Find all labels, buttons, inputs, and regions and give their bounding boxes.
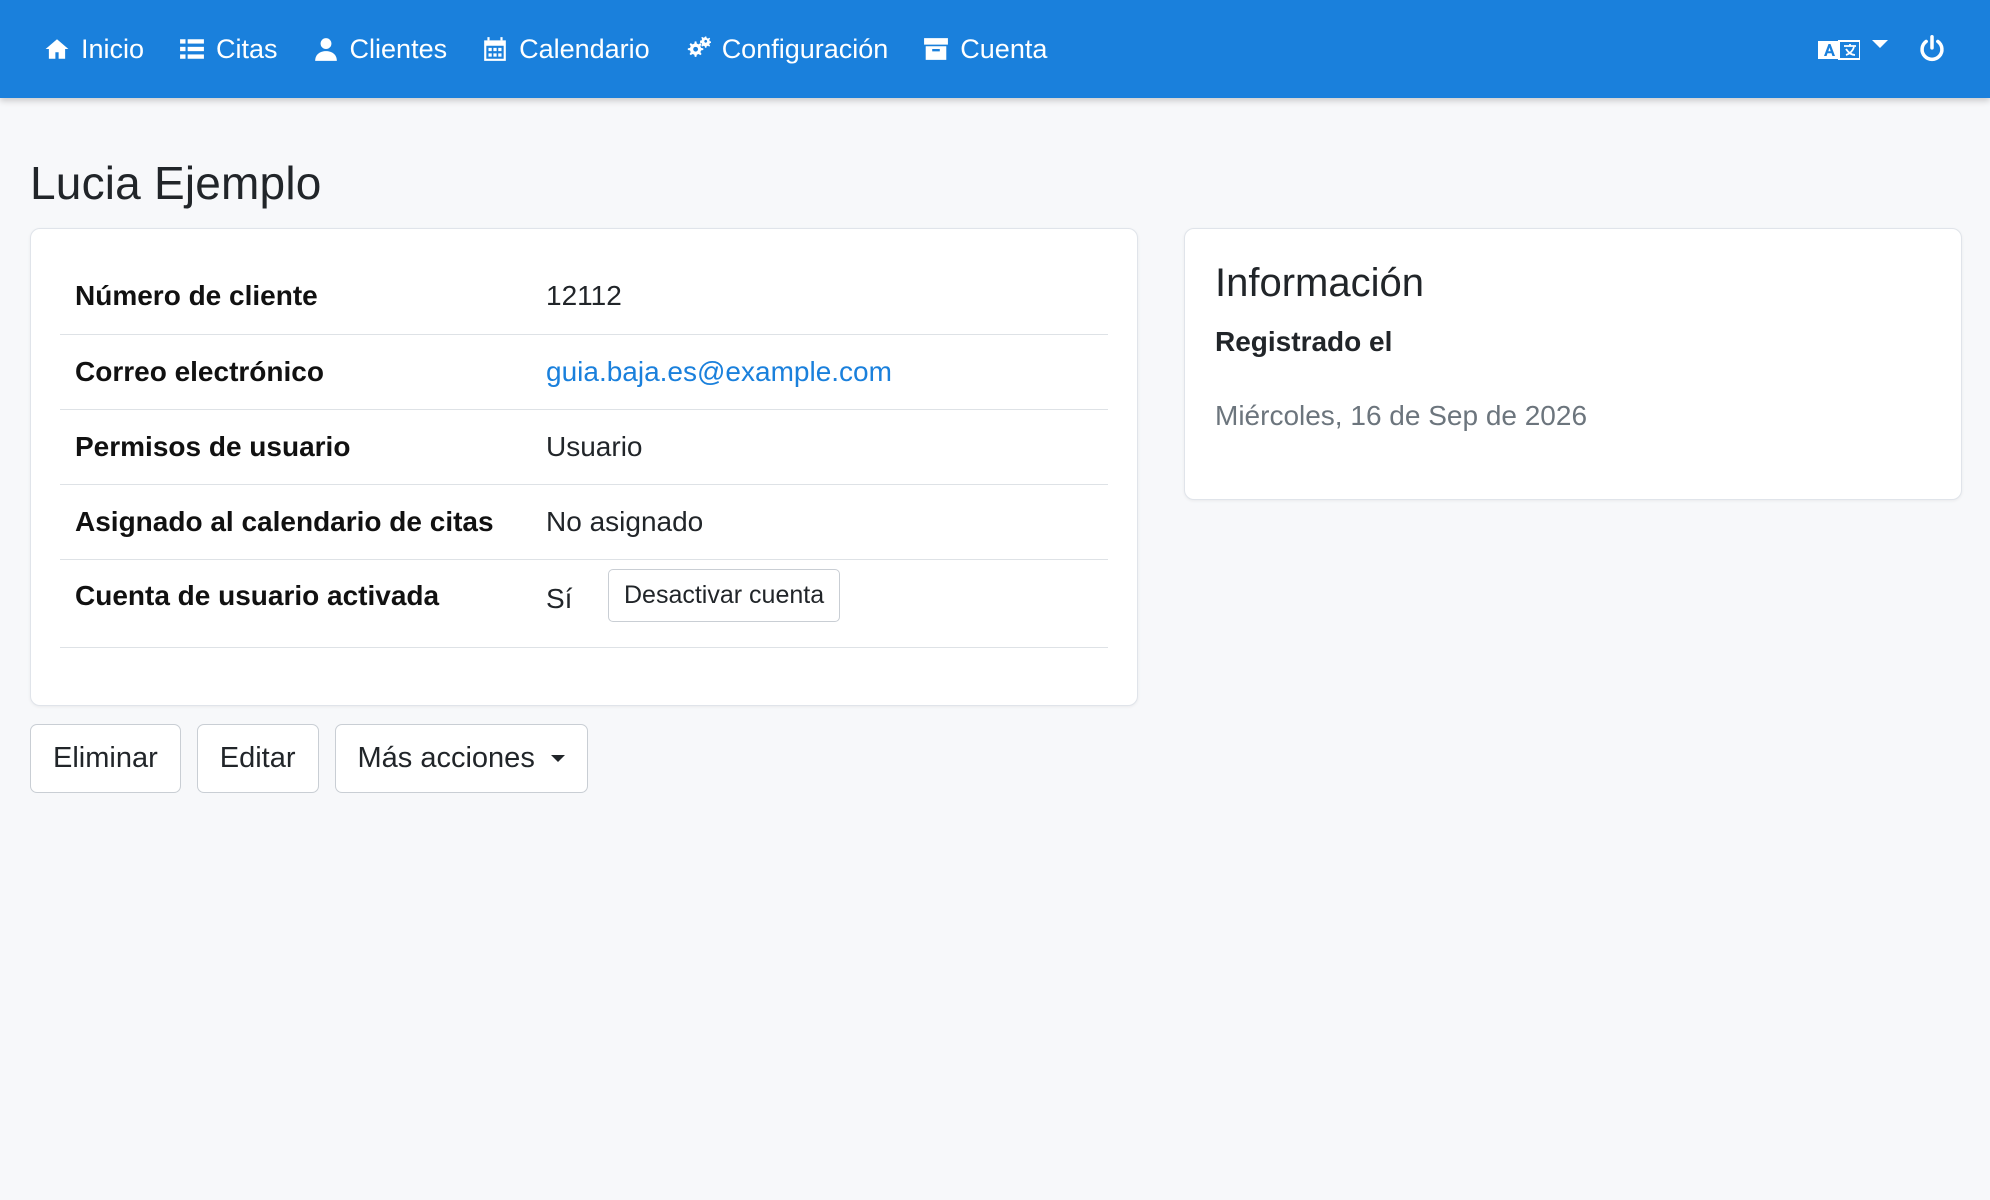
- nav-menu: Inicio Citas Clientes Calendario Configu…: [44, 34, 1047, 65]
- account-activated-cell: Sí Desactivar cuenta: [531, 559, 1108, 648]
- nav-item-inicio[interactable]: Inicio: [44, 34, 144, 65]
- table-row: Correo electrónico guia.baja.es@example.…: [60, 334, 1108, 410]
- account-activated-value: Sí: [546, 582, 573, 614]
- user-icon: [314, 38, 337, 61]
- nav-item-clientes[interactable]: Clientes: [313, 33, 448, 65]
- page-title: Lucia Ejemplo: [30, 157, 322, 209]
- nav-item-citas[interactable]: Citas: [179, 34, 278, 65]
- account-activated-label: Cuenta de usuario activada: [60, 559, 531, 648]
- list-icon: [180, 39, 204, 59]
- nav-right-group: [1818, 35, 1946, 63]
- table-row: Cuenta de usuario activada Sí Desactivar …: [60, 559, 1108, 648]
- email-link[interactable]: guia.baja.es@example.com: [546, 356, 892, 387]
- email-label: Correo electrónico: [60, 334, 531, 410]
- nav-item-label: Calendario: [519, 33, 650, 64]
- language-icon: [1818, 40, 1860, 60]
- chevron-down-icon: [550, 755, 565, 762]
- more-actions-label: Más acciones: [357, 742, 535, 774]
- nav-item-label: Citas: [216, 33, 278, 64]
- registered-date: Miércoles, 16 de Sep de 2026: [1215, 400, 1588, 431]
- nav-item-label: Inicio: [81, 33, 145, 64]
- language-dropdown[interactable]: [1818, 36, 1888, 62]
- customer-number-value: 12112: [531, 259, 1108, 335]
- nav-item-cuenta[interactable]: Cuenta: [923, 34, 1047, 65]
- calendar-icon: [484, 37, 506, 61]
- delete-button[interactable]: Eliminar: [30, 724, 181, 793]
- nav-item-label: Configuración: [721, 33, 889, 64]
- power-icon: [1920, 35, 1944, 62]
- registered-label: Registrado el: [1215, 326, 1393, 357]
- logout-button[interactable]: [1918, 35, 1946, 63]
- nav-item-calendario[interactable]: Calendario: [482, 34, 650, 65]
- chevron-down-icon: [1872, 40, 1888, 48]
- permissions-label: Permisos de usuario: [60, 409, 531, 485]
- gears-icon: [687, 36, 711, 57]
- calendar-assigned-label: Asignado al calendario de citas: [60, 484, 531, 560]
- email-cell: guia.baja.es@example.com: [531, 334, 1108, 410]
- info-card-title: Información: [1215, 261, 1424, 305]
- customer-details-card: Número de cliente 12112 Correo electróni…: [30, 228, 1138, 706]
- info-card: Información Registrado el Miércoles, 16 …: [1184, 228, 1962, 500]
- nav-item-label: Clientes: [349, 33, 448, 64]
- permissions-value: Usuario: [531, 409, 1108, 485]
- home-icon: [45, 39, 69, 59]
- nav-item-label: Cuenta: [960, 33, 1048, 64]
- nav-item-configuracion[interactable]: Configuración: [685, 33, 889, 65]
- archive-icon: [924, 38, 949, 60]
- more-actions-dropdown[interactable]: Más acciones: [334, 724, 588, 793]
- deactivate-account-button[interactable]: Desactivar cuenta: [608, 568, 841, 622]
- table-row: Asignado al calendario de citas No asign…: [60, 484, 1108, 560]
- customer-number-label: Número de cliente: [60, 259, 531, 335]
- top-navbar: Inicio Citas Clientes Calendario Configu…: [0, 0, 1990, 98]
- calendar-assigned-value: No asignado: [531, 484, 1108, 560]
- edit-button[interactable]: Editar: [196, 724, 319, 793]
- customer-details-table: Número de cliente 12112 Correo electróni…: [60, 259, 1108, 648]
- action-buttons: Eliminar Editar Más acciones: [30, 724, 588, 793]
- table-row: Permisos de usuario Usuario: [60, 409, 1108, 485]
- table-row: Número de cliente 12112: [60, 259, 1108, 335]
